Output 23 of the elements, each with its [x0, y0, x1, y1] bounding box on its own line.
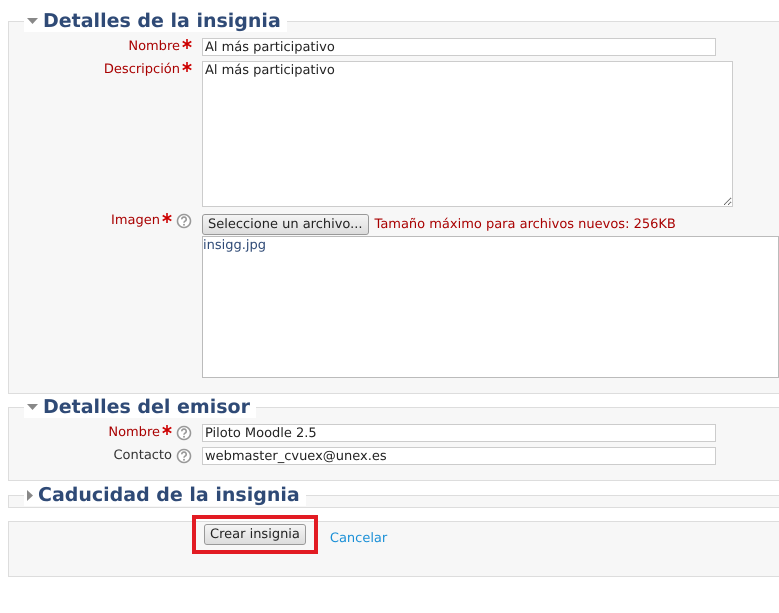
section-header[interactable]: Detalles del emisor [24, 396, 256, 418]
help-icon[interactable] [176, 425, 192, 441]
collapsed-icon[interactable] [27, 490, 33, 500]
file-area[interactable]: insigg.jpg [202, 236, 779, 378]
expanded-icon[interactable] [27, 18, 38, 24]
choose-file-button[interactable]: Seleccione un archivo... [202, 214, 369, 234]
file-name[interactable]: insigg.jpg [203, 237, 266, 255]
help-icon[interactable] [176, 213, 192, 229]
section-header[interactable]: Caducidad de la insignia [24, 484, 306, 506]
field-label: Contacto [113, 447, 172, 465]
text-field[interactable]: webmaster_cvuex@unex.es [202, 447, 716, 465]
text-area[interactable]: Al más participativo [202, 61, 733, 207]
field-label: Descripción [104, 61, 180, 79]
text-field[interactable]: Al más participativo [202, 38, 716, 56]
text-field[interactable]: Piloto Moodle 2.5 [202, 424, 716, 442]
expanded-icon[interactable] [27, 404, 38, 410]
max-size-note: Tamaño máximo para archivos nuevos: 256KB [374, 216, 676, 232]
field-label: Imagen [111, 212, 160, 230]
help-icon[interactable] [176, 448, 192, 464]
create-badge-button[interactable]: Crear insignia [204, 524, 306, 545]
section-header[interactable]: Detalles de la insignia [24, 10, 287, 32]
field-label: Nombre [128, 38, 180, 56]
field-label: Nombre [108, 424, 160, 442]
